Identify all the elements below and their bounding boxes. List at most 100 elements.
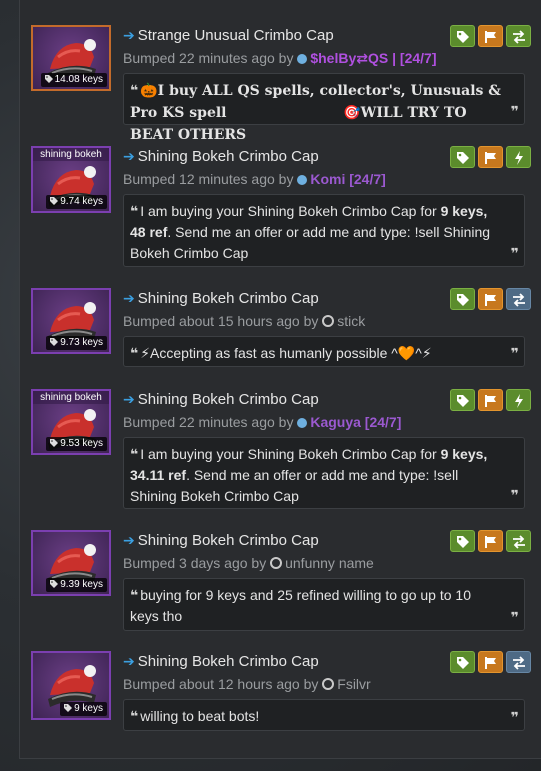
report-button[interactable] (478, 530, 503, 552)
price-tag-button[interactable] (450, 651, 475, 673)
price-badge: 9.73 keys (46, 336, 107, 350)
listing-title[interactable]: ➔ Strange Unusual Crimbo Cap (123, 25, 334, 45)
flag-icon (485, 294, 496, 306)
tag-icon (457, 395, 469, 407)
price-tag-button[interactable] (450, 530, 475, 552)
bumped-text: Bumped about 12 hours ago by (123, 676, 319, 692)
price-badge: 14.08 keys (40, 73, 107, 87)
listing-item: 9 keys ➔ Shining Bokeh Crimbo Cap Bumped … (31, 651, 531, 732)
bumped-text: Bumped about 15 hours ago by (123, 313, 319, 329)
bumped-info: Bumped 22 minutes ago by Kaguya [24/7] (123, 413, 401, 431)
quote-open-icon: ❝ (130, 82, 139, 98)
message-text: I am buying your Shining Bokeh Crimbo Ca… (140, 446, 441, 462)
lightning-icon (515, 151, 523, 165)
price-tag-button[interactable] (450, 146, 475, 168)
quote-open-icon: ❝ (130, 446, 139, 462)
tag-icon (50, 197, 59, 205)
quote-close-icon: ❞ (510, 245, 519, 261)
report-button[interactable] (478, 288, 503, 310)
message-text: willing to beat bots! (140, 708, 260, 724)
price-text: 14.08 keys (54, 74, 103, 85)
message-text-2: . Send me an offer or add me and type: !… (130, 224, 491, 261)
arrow-left-icon: ➔ (123, 532, 135, 548)
listing-actions (447, 146, 531, 168)
price-tag-button[interactable] (450, 389, 475, 411)
listing-item: 9.39 keys ➔ Shining Bokeh Crimbo Cap Bump… (31, 530, 531, 632)
quote-close-icon: ❞ (510, 609, 519, 625)
item-thumbnail[interactable]: 9.73 keys (31, 288, 111, 354)
username-link[interactable]: Kaguya [24/7] (310, 414, 401, 430)
listing-message: ❝ buying for 9 keys and 25 refined willin… (123, 578, 525, 631)
item-thumbnail[interactable]: 9.39 keys (31, 530, 111, 596)
effect-label: shining bokeh (33, 148, 109, 161)
username-link[interactable]: $helBy⇄QS | [24/7] (310, 50, 436, 66)
trade-offer-button[interactable] (506, 25, 531, 47)
tag-icon (457, 31, 469, 43)
swap-icon (513, 535, 525, 549)
price-tag-button[interactable] (450, 25, 475, 47)
trade-offer-button[interactable] (506, 288, 531, 310)
price-text: 9.53 keys (60, 438, 103, 449)
offline-status-icon (322, 678, 335, 690)
title-text: Shining Bokeh Crimbo Cap (137, 532, 319, 549)
tag-icon (50, 338, 59, 346)
tag-icon (50, 580, 59, 588)
offline-status-icon (322, 315, 335, 327)
listing-message: ❝ willing to beat bots! ❞ (123, 699, 525, 731)
username-link[interactable]: Komi [24/7] (310, 171, 385, 187)
arrow-left-icon: ➔ (123, 27, 135, 43)
flag-icon (485, 657, 496, 669)
swap-icon (513, 656, 525, 670)
listing-actions (447, 530, 531, 552)
flag-icon (485, 395, 496, 407)
report-button[interactable] (478, 146, 503, 168)
price-tag-button[interactable] (450, 288, 475, 310)
lightning-icon (515, 394, 523, 408)
listing-actions (447, 651, 531, 673)
title-text: Strange Unusual Crimbo Cap (137, 27, 334, 44)
listing-title[interactable]: ➔ Shining Bokeh Crimbo Cap (123, 389, 319, 409)
listing-actions (447, 389, 531, 411)
swap-icon (513, 293, 525, 307)
arrow-left-icon: ➔ (123, 290, 135, 306)
price-text: 9.73 keys (60, 337, 103, 348)
tag-icon (457, 152, 469, 164)
instant-trade-button[interactable] (506, 389, 531, 411)
report-button[interactable] (478, 25, 503, 47)
quote-close-icon: ❞ (510, 345, 519, 361)
bumped-info: Bumped 3 days ago by unfunny name (123, 554, 374, 572)
username-link[interactable]: unfunny name (285, 555, 374, 571)
report-button[interactable] (478, 389, 503, 411)
listing-title[interactable]: ➔ Shining Bokeh Crimbo Cap (123, 288, 319, 308)
swap-icon (513, 30, 525, 44)
price-badge: 9 keys (60, 702, 107, 716)
report-button[interactable] (478, 651, 503, 673)
item-thumbnail[interactable]: shining bokeh 9.53 keys (31, 389, 111, 455)
price-text: 9 keys (74, 703, 103, 714)
listing-title[interactable]: ➔ Shining Bokeh Crimbo Cap (123, 651, 319, 671)
trade-offer-button[interactable] (506, 651, 531, 673)
online-status-icon (297, 418, 308, 428)
price-badge: 9.74 keys (46, 195, 107, 209)
price-badge: 9.53 keys (46, 437, 107, 451)
title-text: Shining Bokeh Crimbo Cap (137, 653, 319, 670)
item-thumbnail[interactable]: 9 keys (31, 651, 111, 720)
bumped-text: Bumped 3 days ago by (123, 555, 267, 571)
quote-close-icon: ❞ (510, 103, 519, 119)
listing-item: 9.73 keys ➔ Shining Bokeh Crimbo Cap Bump… (31, 288, 531, 368)
username-link[interactable]: stick (337, 313, 365, 329)
listing-title[interactable]: ➔ Shining Bokeh Crimbo Cap (123, 146, 319, 166)
instant-trade-button[interactable] (506, 146, 531, 168)
listing-message: ❝ ⚡Accepting as fast as humanly possible … (123, 336, 525, 367)
trade-offer-button[interactable] (506, 530, 531, 552)
username-link[interactable]: Fsilvr (337, 676, 370, 692)
item-thumbnail[interactable]: 14.08 keys (31, 25, 111, 91)
flag-icon (485, 31, 496, 43)
bumped-text: Bumped 22 minutes ago by (123, 50, 294, 66)
tag-icon (457, 294, 469, 306)
listing-item: shining bokeh 9.74 keys ➔ Shining Bokeh C… (31, 146, 531, 268)
listing-message: ❝ 🎃I buy ALL QS spells, collector's, Unus… (123, 73, 525, 143)
listing-title[interactable]: ➔ Shining Bokeh Crimbo Cap (123, 530, 319, 550)
price-text: 9.39 keys (60, 579, 103, 590)
item-thumbnail[interactable]: shining bokeh 9.74 keys (31, 146, 111, 213)
